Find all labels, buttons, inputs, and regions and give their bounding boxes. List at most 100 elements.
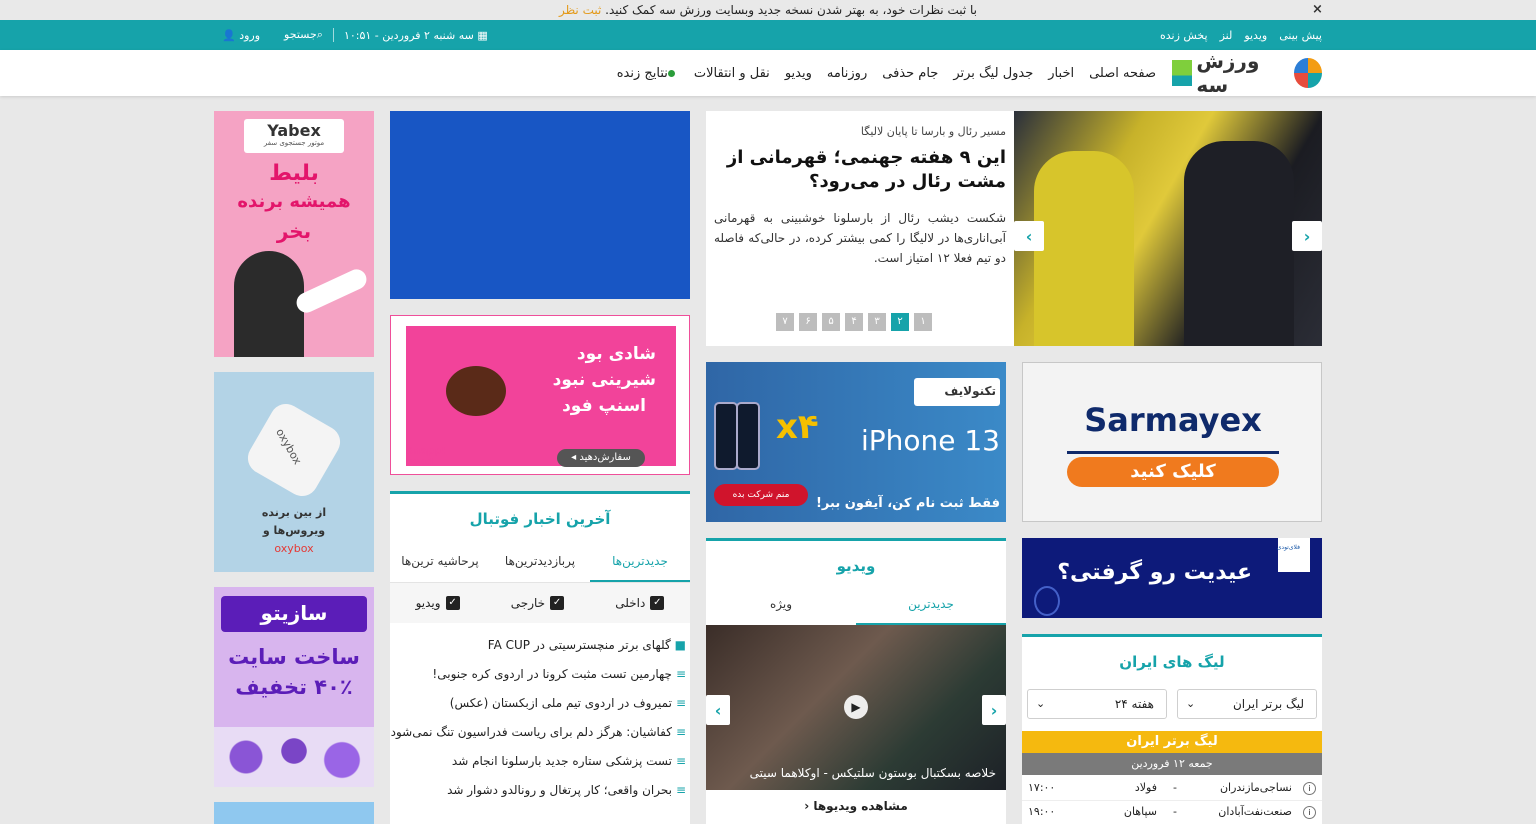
nav-item-transfers[interactable]: نقل و انتقالات — [694, 66, 770, 81]
nav-item-live[interactable]: نتایج زنده — [617, 66, 679, 81]
ad-yabex[interactable]: Yabex موتور جستجوی سفر بلیط همیشه برنده … — [214, 111, 374, 357]
ad-snapp-brand: Snapp! Food — [406, 446, 446, 468]
ad-snapp-line2: شیرینی نبود — [552, 370, 656, 390]
tab-video-newest[interactable]: جدیدترین — [856, 589, 1006, 625]
ad-sazito-line1: ساخت سایت — [228, 645, 360, 669]
phone-icon — [736, 402, 760, 470]
nav-item-home[interactable]: صفحه اصلی — [1089, 66, 1156, 81]
close-icon[interactable]: × — [1312, 0, 1323, 20]
logo-icon — [1294, 58, 1322, 88]
tab-video-special[interactable]: ویژه — [706, 589, 856, 625]
tab-most-viewed[interactable]: پربازدیدترین‌ها — [490, 546, 590, 582]
feedback-link[interactable]: ثبت نظر — [559, 3, 601, 17]
news-item-text: تمیروف در اردوی تیم ملی ازبکستان (عکس) — [449, 696, 672, 710]
filter-domestic[interactable]: ✓ داخلی — [615, 596, 665, 610]
video-thumbnail[interactable]: ▶ › ‹ خلاصه بسکتبال بوستون سلتیکس - اوکل… — [706, 625, 1006, 790]
info-icon[interactable]: i — [1303, 806, 1316, 819]
news-item[interactable]: ≡تست پزشکی ستاره جدید بارسلونا انجام شد — [390, 747, 686, 776]
video-next-button[interactable]: › — [982, 695, 1006, 725]
video-icon: ■ — [674, 638, 686, 652]
logo-text: ورزش سه — [1196, 49, 1260, 97]
pager-item[interactable]: ۷ — [776, 313, 794, 331]
ad-eid-brand: فلای‌تودی — [1276, 544, 1300, 551]
search-button[interactable]: جستجو⌕ — [284, 28, 323, 42]
league-name-bar: لیگ برتر ایران — [1022, 731, 1322, 753]
match-row[interactable]: i صنعت‌نفت‌آبادان - سپاهان ۱۹:۰۰ — [1022, 801, 1322, 824]
slide-image[interactable]: › ‹ — [1014, 111, 1322, 346]
news-item[interactable]: ≡چهارمین تست مثبت کرونا در اردوی کره جنو… — [390, 660, 686, 689]
nav-item-newspaper[interactable]: روزنامه — [827, 66, 867, 81]
site-logo[interactable]: ورزش سه — [1172, 49, 1322, 97]
ad-sarmayex[interactable]: Sarmayex کلیک کنید — [1022, 362, 1322, 522]
week-select-value: هفته ۲۴ — [1114, 697, 1154, 711]
nav-item-table[interactable]: جدول لیگ برتر — [953, 66, 1033, 81]
ad-oxy-brand: oxybox — [274, 542, 314, 555]
news-item-text: تست پزشکی ستاره جدید بارسلونا انجام شد — [451, 754, 672, 768]
pager-item[interactable]: ۱ — [914, 313, 932, 331]
ad-iphone-join-button[interactable]: منم شرکت بده — [714, 484, 808, 506]
score-dash: - — [1173, 805, 1177, 818]
plane-icon — [293, 266, 370, 316]
video-prev-button[interactable]: ‹ — [706, 695, 730, 725]
filter-video[interactable]: ✓ ویدیو — [416, 596, 460, 610]
filter-label: ویدیو — [415, 596, 441, 610]
slide-figure — [1184, 141, 1294, 346]
pager-item[interactable]: ۴ — [845, 313, 863, 331]
video-caption: خلاصه بسکتبال بوستون سلتیکس - اوکلاهما س… — [749, 766, 996, 780]
slide-title[interactable]: این ۹ هفته جهنمی؛ قهرمانی از مشت رئال در… — [714, 146, 1006, 194]
video-box-title: ویدیو — [836, 557, 876, 575]
pager-item[interactable]: ۵ — [822, 313, 840, 331]
ad-sarmayex-click-button[interactable]: کلیک کنید — [1067, 457, 1279, 487]
home-team: صنعت‌نفت‌آبادان — [1218, 805, 1292, 818]
more-videos-link[interactable]: مشاهده ویدیوها ‹ — [706, 799, 1006, 813]
logo-flag-icon — [1172, 60, 1193, 86]
topbar-link-video[interactable]: ویدیو — [1244, 29, 1267, 42]
ad-sazito-line2: ۴۰٪ تخفیف — [235, 675, 353, 699]
slider-next-button[interactable]: › — [1292, 221, 1322, 251]
tab-newest[interactable]: جدیدترین‌ها — [590, 546, 690, 582]
ad-snapp-order-button[interactable]: سفارش‌دهید ◂ — [557, 449, 645, 467]
pager-item-active[interactable]: ۲ — [891, 313, 909, 331]
match-row[interactable]: i نساجی‌مازندران - فولاد ۱۷:۰۰ — [1022, 777, 1322, 801]
topbar-link-lens[interactable]: لنز — [1220, 29, 1233, 42]
play-icon[interactable]: ▶ — [844, 695, 868, 719]
info-icon[interactable]: i — [1303, 782, 1316, 795]
topbar-link-live[interactable]: پخش زنده — [1160, 29, 1208, 42]
pager-item[interactable]: ۶ — [799, 313, 817, 331]
chevron-down-icon: ⌄ — [1186, 697, 1196, 710]
topbar-link-predict[interactable]: پیش بینی — [1279, 29, 1322, 42]
nav-item-news[interactable]: اخبار — [1048, 66, 1074, 81]
news-item-text: گلهای برتر منچسترسیتی در FA CUP — [487, 638, 671, 652]
news-item[interactable]: ≡کفاشیان: هرگز دلم برای ریاست فدراسیون ت… — [390, 718, 686, 747]
pager-item[interactable]: ۳ — [868, 313, 886, 331]
slider-prev-button[interactable]: ‹ — [1014, 221, 1044, 251]
filter-foreign[interactable]: ✓ خارجی — [511, 596, 565, 610]
news-item[interactable]: ≡بحران واقعی؛ کار پرتغال و رونالدو دشوار… — [390, 776, 686, 805]
ad-banner-blank[interactable] — [390, 111, 690, 299]
headline-slider: › ‹ مسیر رئال و بارسا تا پایان لالیگا ای… — [706, 111, 1322, 346]
login-button[interactable]: 👤 ورود — [222, 29, 260, 42]
league-select[interactable]: لیگ برتر ایران ⌄ — [1177, 689, 1317, 719]
nav-item-video[interactable]: ویدیو — [785, 66, 812, 81]
nav-item-cup[interactable]: جام حذفی — [882, 66, 938, 81]
match-date-bar: جمعه ۱۲ فروردین — [1022, 753, 1322, 775]
ad-banner-bottom[interactable] — [214, 802, 374, 824]
ad-snapp-line3: اسنپ فود — [562, 396, 646, 416]
iran-leagues-box: لیگ های ایران لیگ برتر ایران ⌄ هفته ۲۴ ⌄ ل… — [1022, 634, 1322, 824]
current-date: سه شنبه ۲ فروردین - ۱۰:۵۱ ▦ — [344, 29, 488, 42]
text-icon: ≡ — [675, 667, 686, 681]
ad-snappfood[interactable]: شادی بود شیرینی نبود اسنپ فود سفارش‌دهید… — [390, 315, 690, 475]
ad-oxybox[interactable]: oxybox از بین برنده ویروس‌ها و oxybox — [214, 372, 374, 572]
ad-technolife-iphone[interactable]: تکنولایف iPhone 13 x۴ منم شرکت بده فقط ث… — [706, 362, 1006, 522]
notice-text: با ثبت نظرات خود، به بهتر شدن نسخه جدید … — [605, 3, 978, 17]
news-item[interactable]: ■گلهای برتر منچسترسیتی در FA CUP — [390, 631, 686, 660]
ad-sazito[interactable]: سازیتو ساخت سایت ۴۰٪ تخفیف — [214, 587, 374, 787]
ad-eid[interactable]: فلای‌تودی عیدیت رو گرفتی؟ — [1022, 538, 1322, 618]
top-bar: پیش بینی ویدیو لنز پخش زنده 👤 ورود جستجو… — [0, 20, 1536, 50]
week-select[interactable]: هفته ۲۴ ⌄ — [1027, 689, 1167, 719]
text-icon: ≡ — [675, 696, 686, 710]
home-team: نساجی‌مازندران — [1219, 781, 1292, 794]
tab-controversial[interactable]: پرحاشیه ترین‌ها — [390, 546, 490, 582]
football-news-box: آخرین اخبار فوتبال جدیدترین‌ها پربازدیدت… — [390, 491, 690, 824]
news-item[interactable]: ≡تمیروف در اردوی تیم ملی ازبکستان (عکس) — [390, 689, 686, 718]
